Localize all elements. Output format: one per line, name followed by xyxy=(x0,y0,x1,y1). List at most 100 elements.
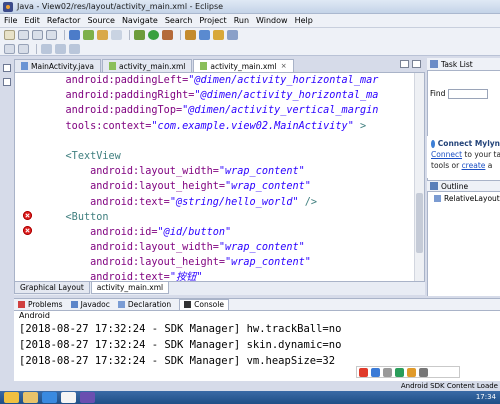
mylyn-header: Connect Mylyn xyxy=(431,139,500,148)
menu-search[interactable]: Search xyxy=(165,16,192,25)
task-list-tab[interactable]: Task List xyxy=(427,58,500,71)
ime-skin-icon[interactable] xyxy=(407,367,416,377)
code-line[interactable]: tools:context="com.example.view02.MainAc… xyxy=(41,119,424,134)
vertical-scrollbar[interactable] xyxy=(414,73,424,281)
error-marker-icon[interactable] xyxy=(23,226,32,235)
eclipse-taskbar-icon[interactable] xyxy=(80,392,95,403)
next-annotation-icon[interactable] xyxy=(4,43,15,54)
code-line[interactable]: android:id="@id/button" xyxy=(41,225,424,240)
code-line[interactable] xyxy=(41,134,424,149)
forward-icon[interactable] xyxy=(69,43,80,54)
tab-activity-main-xml-1[interactable]: activity_main.xml xyxy=(101,59,193,72)
menu-run[interactable]: Run xyxy=(234,16,249,25)
previous-annotation-icon[interactable] xyxy=(18,43,29,54)
xml-value: "@dimen/activity_vertical_margin xyxy=(182,105,379,117)
run-icon[interactable] xyxy=(148,30,159,40)
debug-icon[interactable] xyxy=(134,30,145,40)
back-icon[interactable] xyxy=(55,43,66,54)
close-tab-icon[interactable]: × xyxy=(281,62,287,70)
create-link[interactable]: create xyxy=(462,161,486,170)
ime-punct-icon[interactable] xyxy=(383,367,392,377)
scroll-thumb[interactable] xyxy=(416,193,423,253)
window-title: Java - View02/res/layout/activity_main.x… xyxy=(17,2,224,11)
tab-graphical-layout[interactable]: Graphical Layout xyxy=(14,282,90,294)
menu-navigate[interactable]: Navigate xyxy=(122,16,158,25)
ime-voice-icon[interactable] xyxy=(395,367,404,377)
error-marker-icon[interactable] xyxy=(23,211,32,220)
code-line[interactable]: android:text="按钮" xyxy=(41,270,424,281)
problems-icon xyxy=(18,301,25,308)
tab-activity-main-xml-2[interactable]: activity_main.xml × xyxy=(193,59,294,72)
code-line[interactable]: android:layout_height="wrap_content" xyxy=(41,255,424,270)
outline-item-label: RelativeLayout xyxy=(444,194,500,203)
code-line[interactable]: android:layout_width="wrap_content" xyxy=(41,164,424,179)
tab-javadoc[interactable]: Javadoc xyxy=(70,300,110,309)
maximize-icon[interactable] xyxy=(412,60,421,68)
save-icon[interactable] xyxy=(18,30,29,40)
save-all-icon[interactable] xyxy=(32,30,43,40)
xml-attribute: tools:context= xyxy=(65,120,152,132)
ime-mode-icon[interactable] xyxy=(371,367,380,377)
code-line[interactable]: android:layout_height="wrap_content" xyxy=(41,179,424,194)
restore-view-icon[interactable] xyxy=(3,64,11,72)
code-line[interactable]: <Button xyxy=(41,210,424,225)
tab-console[interactable]: Console xyxy=(179,298,229,311)
menu-help[interactable]: Help xyxy=(295,16,313,25)
outline-tree-item[interactable]: RelativeLayout xyxy=(434,194,500,203)
code-text[interactable]: android:paddingLeft="@dimen/activity_hor… xyxy=(41,73,424,281)
lint-icon[interactable] xyxy=(97,30,108,40)
new-icon[interactable] xyxy=(4,30,15,40)
xml-value: "@id/button" xyxy=(157,226,232,238)
code-line[interactable]: android:paddingLeft="@dimen/activity_hor… xyxy=(41,73,424,88)
tab-declaration[interactable]: Declaration xyxy=(117,300,171,309)
find-input[interactable] xyxy=(448,88,489,99)
browser-icon[interactable] xyxy=(42,392,57,403)
tab-label: Graphical Layout xyxy=(20,283,84,292)
menu-edit[interactable]: Edit xyxy=(24,16,40,25)
xml-attribute: android:layout_height= xyxy=(90,181,226,193)
search-icon[interactable] xyxy=(227,30,238,40)
ime-toolbar[interactable] xyxy=(356,366,460,378)
code-line[interactable]: android:paddingRight="@dimen/activity_ho… xyxy=(41,88,424,103)
code-line[interactable]: <TextView xyxy=(41,149,424,164)
menu-source[interactable]: Source xyxy=(87,16,114,25)
android-sdk-icon[interactable] xyxy=(69,30,80,40)
declaration-icon xyxy=(117,301,125,308)
xml-value: "wrap_content" xyxy=(218,166,305,178)
code-line[interactable]: android:layout_width="wrap_content" xyxy=(41,240,424,255)
tab-label: Javadoc xyxy=(80,300,110,309)
app-icon[interactable] xyxy=(61,392,76,403)
menu-refactor[interactable]: Refactor xyxy=(47,16,81,25)
last-edit-icon[interactable] xyxy=(41,43,52,54)
xml-editor[interactable]: android:paddingLeft="@dimen/activity_hor… xyxy=(14,72,425,282)
menu-project[interactable]: Project xyxy=(199,16,226,25)
toolbar-separator xyxy=(180,30,181,40)
new-java-package-icon[interactable] xyxy=(185,30,196,40)
tab-label: Problems xyxy=(28,300,63,309)
code-line[interactable]: android:text="@string/hello_world" /> xyxy=(41,195,424,210)
minimize-icon[interactable] xyxy=(400,60,409,68)
tab-xml-source[interactable]: activity_main.xml xyxy=(90,282,170,294)
start-icon[interactable] xyxy=(4,392,19,403)
ime-tools-icon[interactable] xyxy=(419,367,428,377)
eclipse-logo-icon xyxy=(3,1,13,12)
outline-tab[interactable]: Outline xyxy=(427,180,500,192)
status-text: Android SDK Content Loade xyxy=(400,382,498,390)
package-explorer-icon[interactable] xyxy=(3,78,11,86)
explorer-icon[interactable] xyxy=(23,392,38,403)
new-class-icon[interactable] xyxy=(199,30,210,40)
external-tools-icon[interactable] xyxy=(162,30,173,40)
open-type-icon[interactable] xyxy=(213,30,224,40)
sogou-ime-icon[interactable] xyxy=(359,367,368,377)
new-android-project-icon[interactable] xyxy=(111,30,122,40)
tab-problems[interactable]: Problems xyxy=(18,300,63,309)
code-line[interactable]: android:paddingTop="@dimen/activity_vert… xyxy=(41,103,424,118)
tab-mainactivity-java[interactable]: MainActivity.java xyxy=(14,59,101,72)
menu-window[interactable]: Window xyxy=(256,16,288,25)
tab-label: activity_main.xml xyxy=(118,61,186,71)
connect-link[interactable]: Connect xyxy=(431,150,462,159)
avd-manager-icon[interactable] xyxy=(83,30,94,40)
print-icon[interactable] xyxy=(46,30,57,40)
mylyn-title: Connect Mylyn xyxy=(437,139,500,148)
menu-file[interactable]: File xyxy=(4,16,17,25)
